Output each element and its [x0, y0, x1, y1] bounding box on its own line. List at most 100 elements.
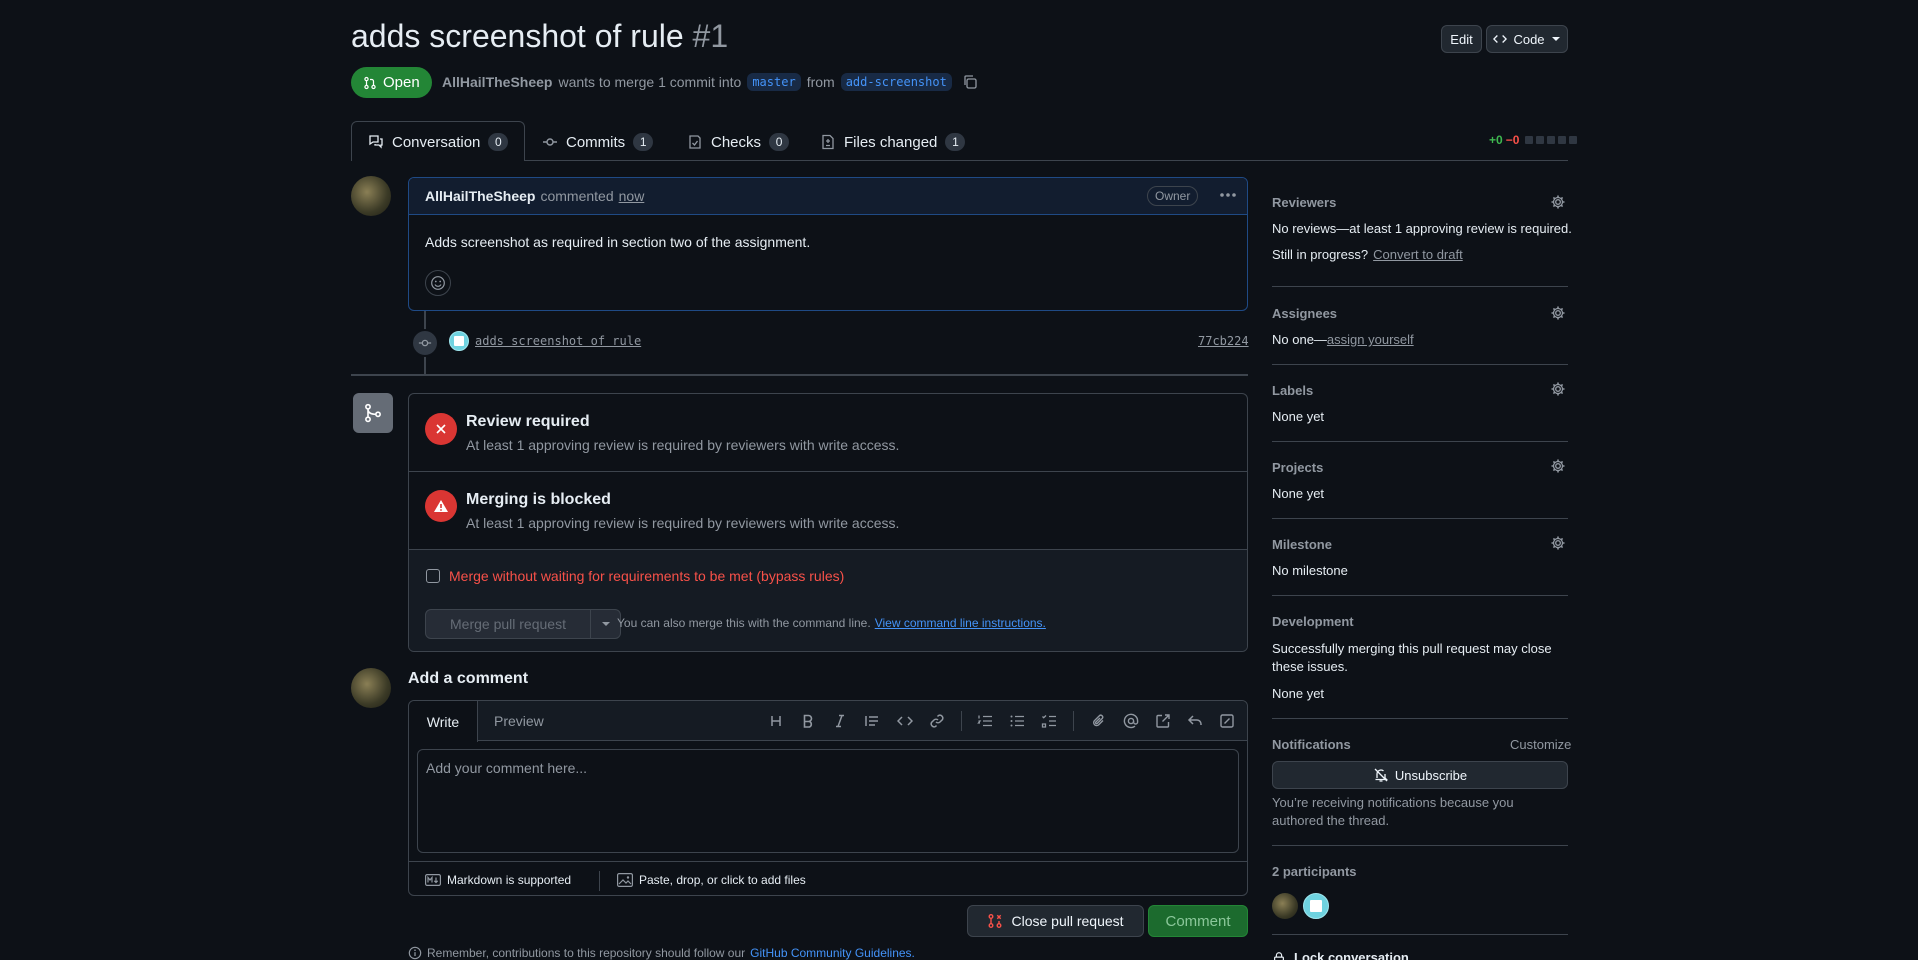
- attach-icon[interactable]: [1087, 709, 1111, 733]
- labels-heading[interactable]: Labels: [1272, 383, 1313, 398]
- italic-icon[interactable]: [828, 709, 852, 733]
- merge-actions-section: Merge without waiting for requirements t…: [409, 550, 1247, 651]
- quote-icon[interactable]: [860, 709, 884, 733]
- gear-icon[interactable]: [1550, 535, 1566, 551]
- gear-icon[interactable]: [1550, 458, 1566, 474]
- gear-icon[interactable]: [1550, 381, 1566, 397]
- pr-author-link[interactable]: AllHailTheSheep: [442, 74, 552, 90]
- development-heading[interactable]: Development: [1272, 614, 1354, 629]
- add-reaction-button[interactable]: [425, 270, 451, 296]
- assignees-text: No one—: [1272, 332, 1327, 347]
- lock-conversation-link[interactable]: Lock conversation: [1272, 950, 1409, 960]
- tab-commits-count: 1: [633, 133, 654, 151]
- diffstat-block: [1547, 136, 1556, 144]
- toolbar-separator: [961, 711, 962, 731]
- comment-box: AllHailTheSheep commented now Owner Adds…: [408, 177, 1248, 311]
- participant-avatar[interactable]: [1303, 893, 1329, 919]
- tab-commits[interactable]: Commits 1: [542, 122, 654, 162]
- participant-avatar[interactable]: [1272, 893, 1298, 919]
- milestone-heading[interactable]: Milestone: [1272, 537, 1332, 552]
- comment-textarea[interactable]: Add your comment here...: [417, 749, 1239, 853]
- link-icon[interactable]: [925, 709, 949, 733]
- tab-conversation-content[interactable]: Conversation 0: [368, 122, 509, 162]
- pr-number: #1: [692, 18, 729, 54]
- notifications-text: You’re receiving notifications because y…: [1272, 795, 1514, 828]
- sidebar-divider: [1272, 518, 1568, 519]
- gear-icon[interactable]: [1550, 194, 1566, 210]
- numbered-list-icon[interactable]: [973, 709, 997, 733]
- cross-reference-icon[interactable]: [1151, 709, 1175, 733]
- projects-heading[interactable]: Projects: [1272, 460, 1323, 475]
- base-branch[interactable]: master: [747, 73, 801, 91]
- bell-slash-icon: [1373, 767, 1389, 783]
- comment-author-link[interactable]: AllHailTheSheep: [425, 188, 535, 204]
- smiley-icon: [430, 275, 446, 291]
- commit-sha-link[interactable]: 77cb224: [1198, 334, 1249, 348]
- tab-write[interactable]: Write: [409, 701, 478, 742]
- avatar[interactable]: [351, 176, 391, 216]
- markdown-note[interactable]: Markdown is supported: [425, 868, 571, 892]
- head-branch[interactable]: add-screenshot: [840, 73, 952, 91]
- lock-conversation-label: Lock conversation: [1294, 950, 1409, 960]
- code-icon: [1493, 32, 1508, 46]
- bypass-checkbox[interactable]: [426, 569, 440, 583]
- convert-to-draft-link[interactable]: Convert to draft: [1373, 247, 1463, 262]
- bypass-label[interactable]: Merge without waiting for requirements t…: [449, 568, 844, 584]
- file-diff-icon: [820, 134, 836, 150]
- owner-badge: Owner: [1147, 186, 1199, 206]
- commit-icon: [542, 134, 558, 150]
- comment-time-link[interactable]: now: [619, 188, 645, 204]
- pr-title-text: adds screenshot of rule: [351, 18, 684, 54]
- close-pull-request-button[interactable]: Close pull request: [967, 905, 1144, 937]
- info-icon: [408, 946, 422, 960]
- avatar[interactable]: [351, 668, 391, 708]
- guidelines-link[interactable]: GitHub Community Guidelines.: [750, 946, 915, 960]
- code-icon[interactable]: [893, 709, 917, 733]
- diffstat-block: [1536, 136, 1545, 144]
- git-merge-icon: [363, 403, 383, 423]
- bulleted-list-icon[interactable]: [1005, 709, 1029, 733]
- participants-heading: 2 participants: [1272, 864, 1357, 879]
- tab-files-changed[interactable]: Files changed 1: [820, 122, 966, 162]
- commit-message-link[interactable]: adds screenshot of rule: [475, 334, 641, 348]
- caret-down-icon: [1551, 34, 1561, 44]
- customize-notifications-link[interactable]: Customize: [1510, 737, 1571, 752]
- heading-icon[interactable]: [764, 709, 788, 733]
- unsubscribe-button[interactable]: Unsubscribe: [1272, 761, 1568, 789]
- comment-button[interactable]: Comment: [1148, 905, 1248, 937]
- attach-files-note[interactable]: Paste, drop, or click to add files: [617, 868, 806, 892]
- kebab-horizontal-icon[interactable]: [1219, 192, 1237, 198]
- guidelines-note: Remember, contributions to this reposito…: [408, 946, 915, 960]
- status-badge: Open: [351, 67, 432, 98]
- review-required-section: Review required At least 1 approving rev…: [409, 394, 1247, 472]
- sidebar-divider: [1272, 595, 1568, 596]
- gear-icon[interactable]: [1550, 305, 1566, 321]
- copy-icon[interactable]: [962, 74, 978, 90]
- mention-icon[interactable]: [1119, 709, 1143, 733]
- reviewers-heading[interactable]: Reviewers: [1272, 195, 1336, 210]
- merge-box: Review required At least 1 approving rev…: [408, 393, 1248, 652]
- tab-checks[interactable]: Checks 0: [687, 122, 790, 162]
- footer-separator: [599, 871, 600, 891]
- assign-yourself-link[interactable]: assign yourself: [1327, 332, 1414, 347]
- markdown-icon: [425, 874, 441, 886]
- cli-instructions-link[interactable]: View command line instructions.: [875, 616, 1046, 630]
- caret-down-icon: [601, 619, 611, 629]
- saved-reply-icon[interactable]: [1183, 709, 1207, 733]
- code-button[interactable]: Code: [1486, 25, 1568, 53]
- edit-button[interactable]: Edit: [1441, 25, 1482, 53]
- commit-author-avatar[interactable]: [449, 331, 469, 351]
- assignees-heading[interactable]: Assignees: [1272, 306, 1337, 321]
- draft-prompt-text: Still in progress?: [1272, 247, 1369, 262]
- tab-preview[interactable]: Preview: [494, 713, 544, 729]
- task-list-icon[interactable]: [1037, 709, 1061, 733]
- projects-value: None yet: [1272, 486, 1325, 501]
- pr-title: adds screenshot of rule #1: [351, 18, 728, 55]
- fullscreen-icon[interactable]: [1215, 709, 1239, 733]
- merge-text-2: from: [806, 74, 835, 90]
- tab-checks-count: 0: [769, 133, 790, 151]
- diffstat-block: [1525, 136, 1534, 144]
- bold-icon[interactable]: [796, 709, 820, 733]
- sidebar-divider: [1272, 441, 1568, 442]
- merge-pull-request-button[interactable]: Merge pull request: [425, 609, 591, 639]
